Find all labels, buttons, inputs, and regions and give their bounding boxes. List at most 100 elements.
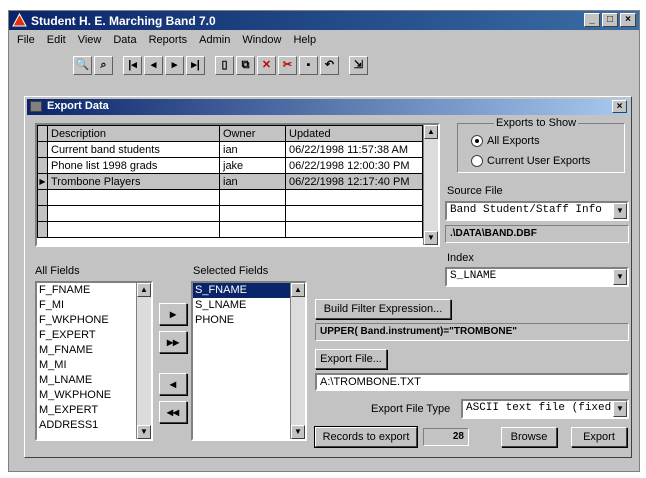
radio-all-exports[interactable]: All Exports	[471, 135, 540, 147]
scroll-up-icon[interactable]: ▲	[291, 283, 305, 297]
column-header-description[interactable]: Description	[47, 125, 220, 142]
list-item[interactable]: M_MI	[37, 358, 151, 373]
export-file-type-select[interactable]: ASCII text file (fixed ▼	[461, 399, 629, 419]
all-fields-scrollbar[interactable]: ▲ ▼	[136, 283, 151, 439]
delete-icon[interactable]: ✕	[257, 55, 276, 75]
list-item-selected[interactable]: S_FNAME	[193, 283, 305, 298]
remove-field-button[interactable]: ◂	[159, 373, 187, 395]
export-button[interactable]: Export	[571, 427, 627, 447]
filter-expression: UPPER( Band.instrument)="TROMBONE"	[315, 323, 629, 341]
list-item[interactable]: F_EXPERT	[37, 328, 151, 343]
table-row-selected[interactable]: ▶ Trombone Players ian 06/22/1998 12:17:…	[37, 173, 423, 190]
minimize-button[interactable]: _	[584, 13, 600, 27]
column-header-owner[interactable]: Owner	[219, 125, 286, 142]
table-row[interactable]: Phone list 1998 grads jake 06/22/1998 12…	[37, 157, 423, 174]
source-file-value: Band Student/Staff Info	[450, 204, 602, 216]
cell-owner[interactable]: ian	[219, 173, 286, 190]
chevron-down-icon[interactable]: ▼	[613, 401, 627, 417]
cell-updated[interactable]: 06/22/1998 11:57:38 AM	[285, 141, 423, 158]
source-file-select[interactable]: Band Student/Staff Info ▼	[445, 201, 629, 221]
undo-icon[interactable]: ↶	[320, 55, 339, 75]
first-record-icon[interactable]: |◂	[123, 55, 142, 75]
table-row[interactable]: Current band students ian 06/22/1998 11:…	[37, 141, 423, 158]
browse-button[interactable]: Browse	[501, 427, 557, 447]
table-row-empty[interactable]	[37, 205, 423, 222]
cell-updated[interactable]: 06/22/1998 12:00:30 PM	[285, 157, 423, 174]
list-item[interactable]: ADDRESS1	[37, 418, 151, 433]
dialog-close-button[interactable]: ×	[612, 100, 627, 113]
chevron-down-icon[interactable]: ▼	[613, 269, 627, 285]
scroll-up-icon[interactable]: ▲	[137, 283, 151, 297]
cut-icon[interactable]: ✂	[278, 55, 297, 75]
prev-record-icon[interactable]: ◂	[144, 55, 163, 75]
add-field-button[interactable]: ▸	[159, 303, 187, 325]
exports-to-show-label: Exports to Show	[496, 117, 577, 129]
export-data-dialog: Export Data × Description Owner Updated …	[24, 96, 632, 458]
menu-edit[interactable]: Edit	[47, 31, 66, 49]
list-item[interactable]: F_FNAME	[37, 283, 151, 298]
list-item[interactable]: PHONE	[193, 313, 305, 328]
cell-owner[interactable]: ian	[219, 141, 286, 158]
new-record-icon[interactable]: ▯	[215, 55, 234, 75]
selected-fields-list[interactable]: S_FNAME S_LNAME PHONE ▲ ▼	[191, 281, 307, 441]
grid-scrollbar[interactable]: ▲ ▼	[423, 125, 438, 245]
menu-reports[interactable]: Reports	[149, 31, 188, 49]
column-header-updated[interactable]: Updated	[285, 125, 423, 142]
add-all-fields-button[interactable]: ▸▸	[159, 331, 187, 353]
radio-selected-icon	[471, 135, 483, 147]
list-item[interactable]: M_EXPERT	[37, 403, 151, 418]
save-icon[interactable]: ▪	[299, 55, 318, 75]
cell-updated[interactable]: 06/22/1998 12:17:40 PM	[285, 173, 423, 190]
menu-file[interactable]: File	[17, 31, 35, 49]
menu-data[interactable]: Data	[113, 31, 136, 49]
list-item[interactable]: F_MI	[37, 298, 151, 313]
copy-icon[interactable]: ⧉	[236, 55, 255, 75]
selected-fields-label: Selected Fields	[193, 265, 269, 277]
menu-bar: File Edit View Data Reports Admin Window…	[9, 31, 639, 49]
cell-description[interactable]: Phone list 1998 grads	[47, 157, 220, 174]
table-row-empty[interactable]	[37, 221, 423, 238]
menu-help[interactable]: Help	[293, 31, 316, 49]
index-select[interactable]: S_LNAME ▼	[445, 267, 629, 287]
export-file-button[interactable]: Export File...	[315, 349, 387, 369]
next-record-icon[interactable]: ▸	[165, 55, 184, 75]
selected-fields-scrollbar[interactable]: ▲ ▼	[290, 283, 305, 439]
radio-current-user-exports[interactable]: Current User Exports	[471, 155, 590, 167]
maximize-button[interactable]: □	[602, 13, 618, 27]
exit-icon[interactable]: ⇲	[349, 55, 368, 75]
radio-all-exports-label: All Exports	[487, 135, 540, 147]
chevron-down-icon[interactable]: ▼	[613, 203, 627, 219]
source-file-label: Source File	[447, 185, 503, 197]
search-icon[interactable]: 🔍	[73, 55, 92, 75]
list-item[interactable]: M_LNAME	[37, 373, 151, 388]
menu-view[interactable]: View	[78, 31, 102, 49]
scroll-down-icon[interactable]: ▼	[137, 425, 151, 439]
records-to-export-button[interactable]: Records to export	[315, 427, 417, 447]
last-record-icon[interactable]: ▸|	[186, 55, 205, 75]
binoculars-icon[interactable]: ⌕	[94, 55, 113, 75]
export-file-input[interactable]: A:\TROMBONE.TXT	[315, 373, 629, 391]
export-file-type-label: Export File Type	[371, 403, 451, 415]
cell-description[interactable]: Current band students	[47, 141, 220, 158]
cell-description[interactable]: Trombone Players	[47, 173, 220, 190]
app-title: Student H. E. Marching Band 7.0	[31, 14, 216, 28]
menu-admin[interactable]: Admin	[199, 31, 230, 49]
cell-owner[interactable]: jake	[219, 157, 286, 174]
all-fields-list[interactable]: F_FNAME F_MI F_WKPHONE F_EXPERT M_FNAME …	[35, 281, 153, 441]
list-item[interactable]: F_WKPHONE	[37, 313, 151, 328]
export-file-type-value: ASCII text file (fixed	[466, 402, 612, 414]
all-fields-label: All Fields	[35, 265, 80, 277]
list-item[interactable]: M_FNAME	[37, 343, 151, 358]
table-row-empty[interactable]	[37, 189, 423, 206]
source-file-path: .\DATA\BAND.DBF	[445, 225, 629, 243]
menu-window[interactable]: Window	[242, 31, 281, 49]
build-filter-button[interactable]: Build Filter Expression...	[315, 299, 451, 319]
scroll-down-icon[interactable]: ▼	[424, 231, 438, 245]
exports-grid[interactable]: Description Owner Updated Current band s…	[35, 123, 440, 247]
remove-all-fields-button[interactable]: ◂◂	[159, 401, 187, 423]
close-button[interactable]: ×	[620, 13, 636, 27]
list-item[interactable]: M_WKPHONE	[37, 388, 151, 403]
scroll-down-icon[interactable]: ▼	[291, 425, 305, 439]
scroll-up-icon[interactable]: ▲	[424, 125, 438, 139]
list-item[interactable]: S_LNAME	[193, 298, 305, 313]
